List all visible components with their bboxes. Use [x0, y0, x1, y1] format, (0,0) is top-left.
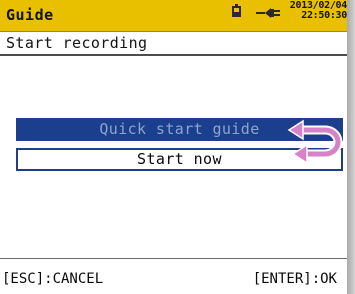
datetime-display: 2013/02/04 22:50:30: [287, 1, 347, 21]
cycle-arrow-icon: [287, 119, 343, 165]
device-frame: Guide 2013/02/04 22:50:30 Start recordin…: [0, 0, 355, 294]
page-title: Start recording: [6, 34, 148, 52]
window-title: Guide: [6, 6, 54, 24]
device-screen: Guide 2013/02/04 22:50:30 Start recordin…: [0, 0, 347, 294]
battery-icon: [232, 4, 241, 17]
subheader: Start recording: [0, 32, 347, 56]
time-text: 22:50:30: [301, 10, 347, 21]
ac-plug-icon: [256, 8, 280, 18]
ok-hint[interactable]: [ENTER]:OK: [253, 271, 337, 287]
device-bezel: [347, 0, 355, 294]
cancel-hint[interactable]: [ESC]:CANCEL: [2, 271, 103, 287]
footer-bar: [ESC]:CANCEL [ENTER]:OK: [0, 258, 347, 294]
title-bar: Guide 2013/02/04 22:50:30: [0, 0, 347, 32]
